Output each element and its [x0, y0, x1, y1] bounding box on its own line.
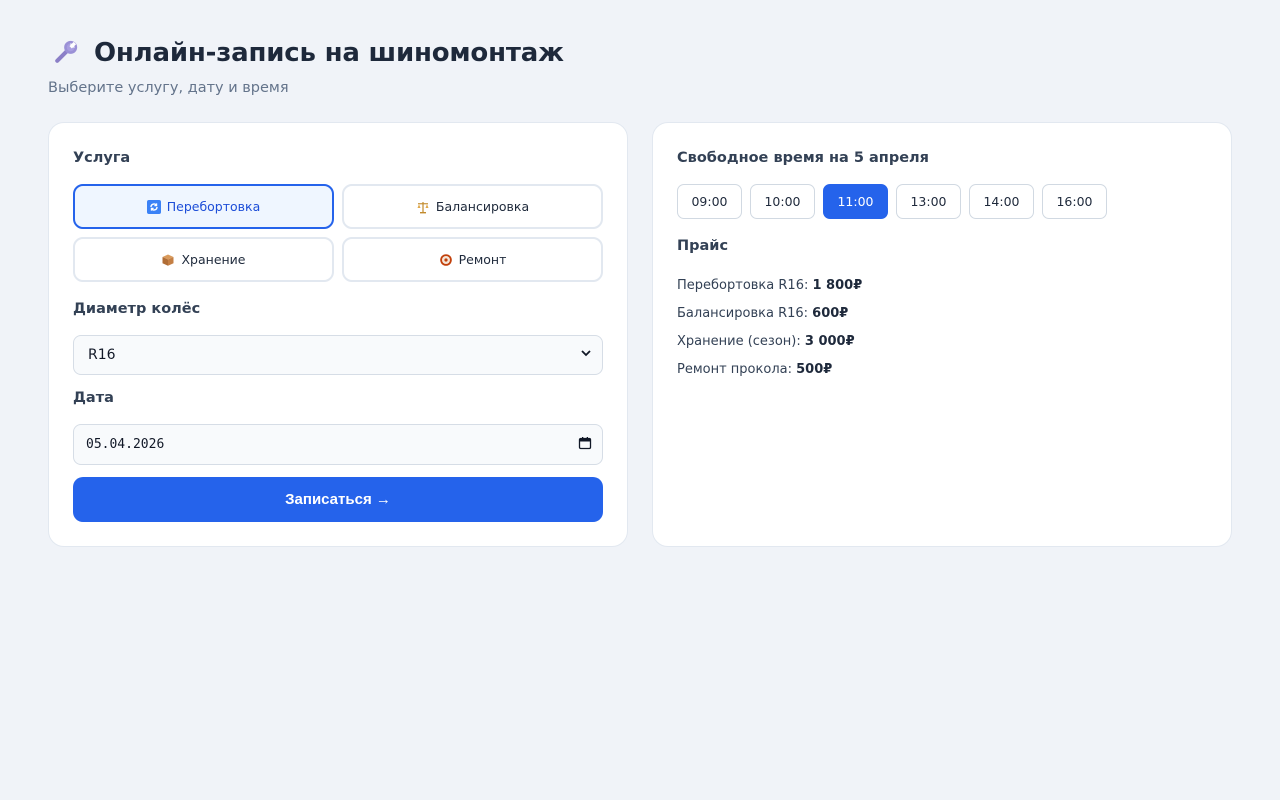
- prices-title: Прайс: [677, 238, 729, 254]
- time-slot[interactable]: 14:00: [969, 184, 1034, 219]
- service-option-label: Балансировка: [435, 199, 530, 214]
- date-input[interactable]: 05.04.2026: [73, 424, 603, 465]
- price-item-name: Ремонт прокола:: [677, 362, 792, 377]
- diameter-label: Диаметр колёс: [73, 301, 201, 317]
- tire-icon: [439, 253, 453, 267]
- price-item-name: Хранение (сезон):: [677, 334, 801, 349]
- time-slots: 09:00 10:00 11:00 13:00 14:00 16:00: [677, 184, 1115, 219]
- price-list: Перебортовка R16: 1 800₽ Балансировка R1…: [677, 276, 862, 388]
- service-option-repair[interactable]: Ремонт: [342, 237, 603, 282]
- time-slot[interactable]: 10:00: [750, 184, 815, 219]
- schedule-title: Свободное время на 5 апреля: [677, 150, 929, 166]
- page-subtitle: Выберите услугу, дату и время: [48, 80, 289, 96]
- price-item-value: 3 000₽: [804, 334, 855, 349]
- time-slot[interactable]: 16:00: [1042, 184, 1107, 219]
- price-item-value: 500₽: [796, 362, 833, 377]
- date-label: Дата: [73, 390, 114, 406]
- diameter-select[interactable]: R16: [73, 335, 603, 375]
- service-option-balancing[interactable]: Балансировка: [342, 184, 603, 229]
- diameter-select-value: R16: [88, 347, 116, 363]
- box-icon: [161, 253, 175, 267]
- service-option-label: Ремонт: [458, 252, 507, 267]
- page: Онлайн-запись на шиномонтаж Выберите усл…: [0, 0, 1280, 800]
- price-item: Балансировка R16: 600₽: [677, 304, 862, 332]
- schedule-card: Свободное время на 5 апреля 09:00 10:00 …: [652, 122, 1232, 547]
- time-slot-selected[interactable]: 11:00: [823, 184, 888, 219]
- title-row: Онлайн-запись на шиномонтаж: [48, 34, 564, 72]
- wrench-icon: [48, 36, 82, 70]
- date-input-value: 05.04.2026: [86, 437, 165, 452]
- price-item: Хранение (сезон): 3 000₽: [677, 332, 862, 360]
- price-item-name: Балансировка R16:: [677, 306, 809, 321]
- service-label: Услуга: [73, 150, 131, 166]
- calendar-icon[interactable]: [578, 436, 592, 454]
- booking-form-card: Услуга Перебортовка Балансировка Хранени…: [48, 122, 628, 547]
- service-option-storage[interactable]: Хранение: [73, 237, 334, 282]
- service-option-label: Перебортовка: [166, 199, 261, 214]
- service-option-tire-change[interactable]: Перебортовка: [73, 184, 334, 229]
- submit-booking-button[interactable]: Записаться →: [73, 477, 603, 522]
- price-item-value: 1 800₽: [812, 278, 863, 293]
- price-item: Ремонт прокола: 500₽: [677, 360, 862, 388]
- price-item-name: Перебортовка R16:: [677, 278, 809, 293]
- time-slot[interactable]: 13:00: [896, 184, 961, 219]
- page-header: Онлайн-запись на шиномонтаж Выберите усл…: [48, 34, 564, 96]
- page-title: Онлайн-запись на шиномонтаж: [94, 38, 564, 68]
- service-option-label: Хранение: [181, 252, 246, 267]
- chevron-down-icon: [580, 347, 592, 363]
- price-item: Перебортовка R16: 1 800₽: [677, 276, 862, 304]
- price-item-value: 600₽: [812, 306, 849, 321]
- time-slot[interactable]: 09:00: [677, 184, 742, 219]
- scales-icon: [416, 200, 430, 214]
- refresh-icon: [146, 199, 161, 214]
